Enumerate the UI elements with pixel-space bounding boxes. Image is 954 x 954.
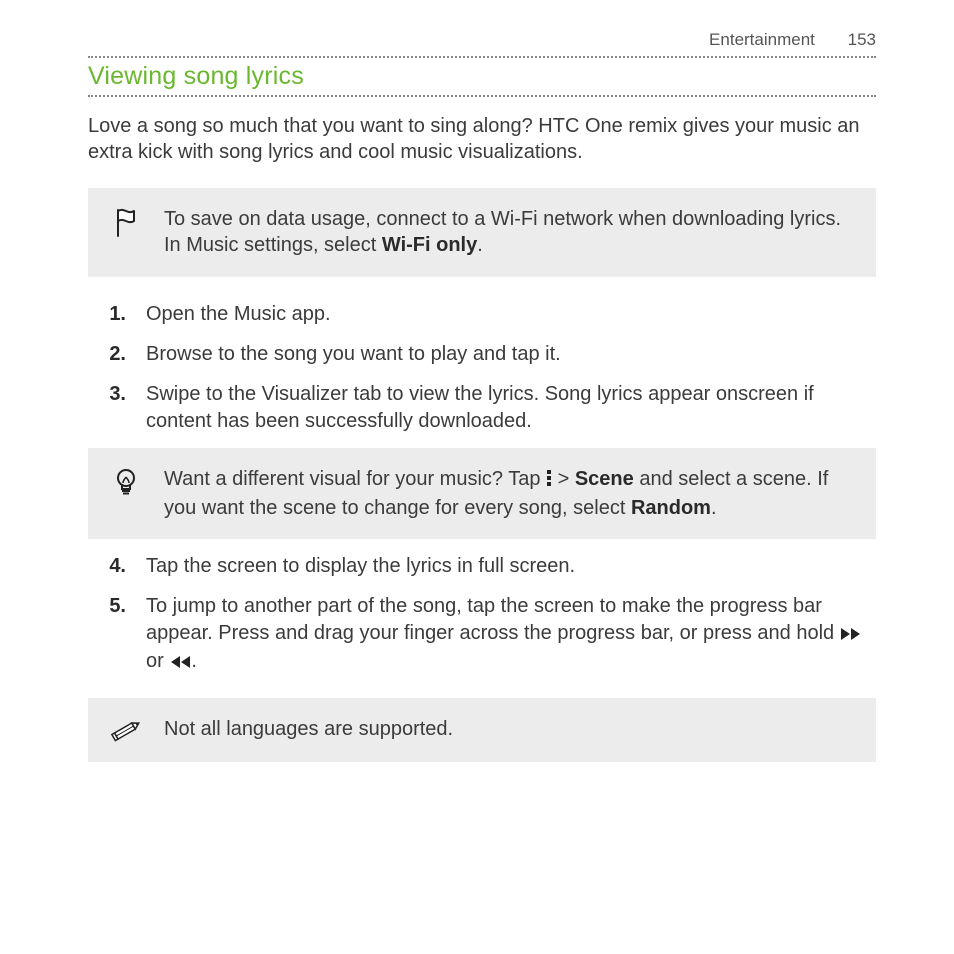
step-text: To jump to another part of the song, tap… [146,593,876,676]
text-segment: To save on data usage, connect to a Wi-F… [164,208,841,256]
page-header: Entertainment 153 [88,30,876,50]
callout-text: To save on data usage, connect to a Wi-F… [164,206,856,259]
callout-text: Want a different visual for your music? … [164,466,856,521]
chapter-label: Entertainment [709,30,815,50]
bold-text: Scene [575,468,634,490]
fast-forward-icon [840,622,862,648]
step-number: 2. [88,341,146,367]
section-title: Viewing song lyrics [88,62,876,91]
callout-text: Not all languages are supported. [164,716,856,742]
callout-tip: Want a different visual for your music? … [88,448,876,539]
page-number: 153 [848,30,876,50]
step-item: 5. To jump to another part of the song, … [88,593,876,676]
lightbulb-icon [108,466,144,498]
text-segment: or [146,650,169,672]
text-segment: . [477,234,483,256]
text-segment: > [552,468,575,490]
step-number: 1. [88,301,146,327]
step-item: 1. Open the Music app. [88,301,876,327]
text-segment: . [191,650,197,672]
steps-list-continued: 4. Tap the screen to display the lyrics … [88,553,876,677]
divider [88,56,876,58]
divider [88,95,876,97]
pencil-icon [108,716,144,744]
steps-list: 1. Open the Music app. 2. Browse to the … [88,301,876,435]
callout-wifi: To save on data usage, connect to a Wi-F… [88,188,876,277]
step-number: 4. [88,553,146,579]
rewind-icon [169,650,191,676]
text-segment: To jump to another part of the song, tap… [146,595,840,643]
callout-note: Not all languages are supported. [88,698,876,762]
step-number: 3. [88,381,146,407]
flag-icon [108,206,144,238]
step-text: Open the Music app. [146,301,876,327]
step-item: 3. Swipe to the Visualizer tab to view t… [88,381,876,434]
step-item: 4. Tap the screen to display the lyrics … [88,553,876,579]
text-segment: Want a different visual for your music? … [164,468,546,490]
step-text: Swipe to the Visualizer tab to view the … [146,381,876,434]
document-page: Entertainment 153 Viewing song lyrics Lo… [0,0,954,802]
step-text: Browse to the song you want to play and … [146,341,876,367]
bold-text: Random [631,497,711,519]
intro-paragraph: Love a song so much that you want to sin… [88,113,876,166]
step-item: 2. Browse to the song you want to play a… [88,341,876,367]
step-number: 5. [88,593,146,619]
text-segment: . [711,497,717,519]
step-text: Tap the screen to display the lyrics in … [146,553,876,579]
bold-text: Wi-Fi only [382,234,477,256]
